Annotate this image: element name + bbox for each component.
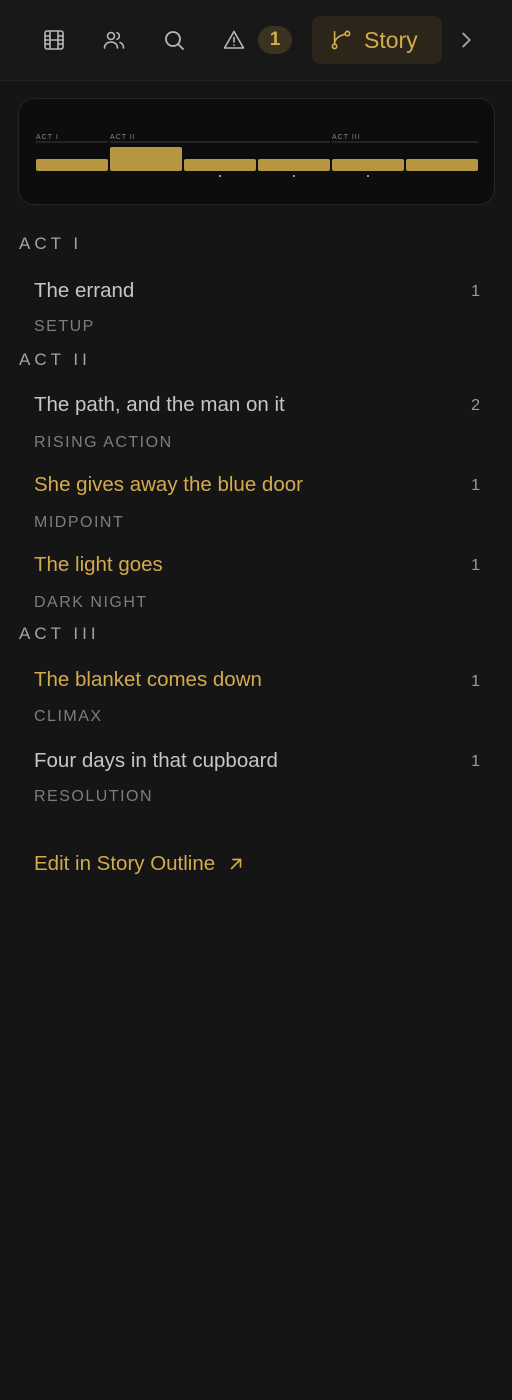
- story-tab-label: Story: [364, 26, 418, 53]
- timeline-act-2-label: ACT II: [110, 134, 136, 141]
- beat-scene-count: 1: [471, 283, 480, 300]
- beat-scene-count: 2: [471, 397, 480, 414]
- story-tab-button[interactable]: Story: [312, 16, 442, 64]
- beat-title[interactable]: The path, and the man on it: [34, 393, 285, 417]
- beat-type-label: DARK NIGHT: [34, 594, 148, 611]
- act-heading-1: ACT I: [19, 234, 83, 253]
- beat-type-label: RESOLUTION: [34, 788, 154, 805]
- people-icon: [103, 31, 125, 49]
- timeline-beat-midpoint[interactable]: [184, 159, 256, 171]
- characters-button[interactable]: [90, 16, 138, 64]
- timeline-act-1-label: ACT I: [36, 134, 59, 141]
- beat-scene-count: 1: [471, 477, 480, 494]
- beat-scene-count: 1: [471, 557, 480, 574]
- timeline-beat-climax[interactable]: [332, 159, 404, 171]
- beat-title[interactable]: The light goes: [34, 553, 163, 577]
- act-heading-3: ACT III: [19, 624, 100, 643]
- beat-title[interactable]: She gives away the blue door: [34, 473, 303, 497]
- beat-scene-count: 1: [471, 673, 480, 690]
- warning-icon: [223, 30, 245, 49]
- timeline-act-3-label: ACT III: [332, 134, 361, 141]
- search-icon: [165, 31, 184, 50]
- toolbar: 1 Story: [0, 0, 512, 81]
- edit-link-label: Edit in Story Outline: [34, 852, 216, 875]
- timeline-marker: [219, 175, 221, 177]
- beat-title[interactable]: The blanket comes down: [34, 668, 262, 692]
- timeline-beat-resolution[interactable]: [406, 159, 478, 171]
- warnings-button[interactable]: [210, 16, 258, 64]
- search-button[interactable]: [150, 16, 198, 64]
- film-icon: [44, 30, 64, 50]
- beat-type-label: RISING ACTION: [34, 434, 173, 451]
- scenes-button[interactable]: [30, 16, 78, 64]
- beat-type-label: MIDPOINT: [34, 514, 125, 531]
- timeline-beat-rising-action[interactable]: [110, 147, 182, 171]
- chevron-right-icon: [462, 32, 471, 48]
- timeline-marker: [293, 175, 295, 177]
- timeline-beat-dark-night[interactable]: [258, 159, 330, 171]
- more-tabs-button[interactable]: [450, 24, 482, 56]
- beat-scene-count: 1: [471, 753, 480, 770]
- timeline-graphic: ACT I ACT II ACT III: [36, 134, 478, 177]
- beat-type-label: CLIMAX: [34, 708, 103, 725]
- timeline-beat-setup[interactable]: [36, 159, 108, 171]
- timeline-marker: [367, 175, 369, 177]
- warning-count-badge[interactable]: 1: [258, 26, 292, 54]
- act-heading-2: ACT II: [19, 350, 91, 369]
- beat-title[interactable]: Four days in that cupboard: [34, 749, 278, 773]
- edit-in-story-outline-link[interactable]: Edit in Story Outline: [34, 852, 245, 876]
- arrow-up-right-icon: [230, 858, 242, 870]
- beat-type-label: SETUP: [34, 318, 95, 335]
- story-timeline[interactable]: ACT I ACT II ACT III: [18, 98, 495, 205]
- beat-title[interactable]: The errand: [34, 279, 134, 303]
- branch-icon: [331, 30, 351, 50]
